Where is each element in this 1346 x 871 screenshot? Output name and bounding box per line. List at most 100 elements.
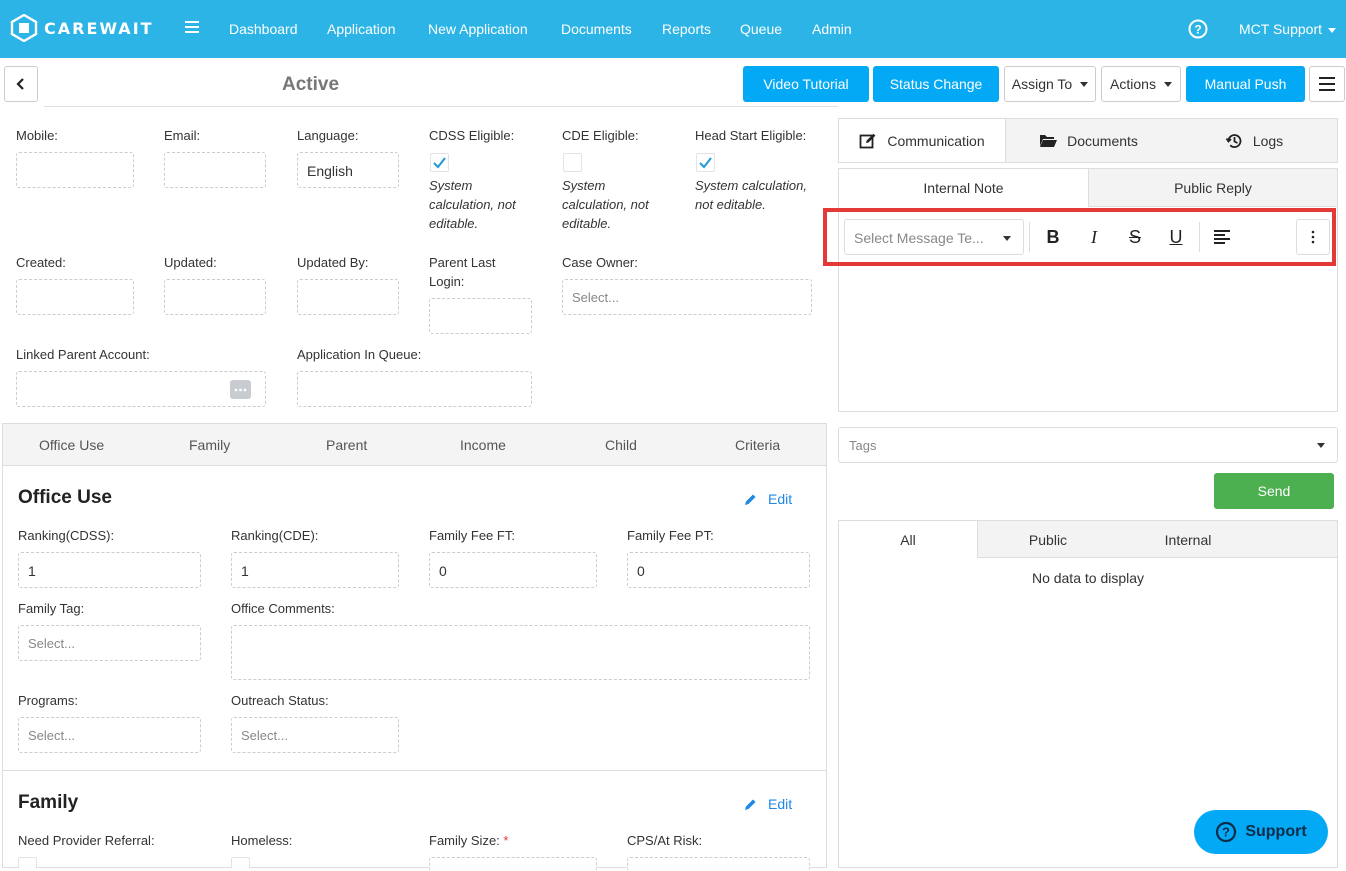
created-field[interactable] [16, 279, 134, 315]
cde-eligible-label: CDE Eligible: [562, 128, 639, 143]
office-comments-field[interactable] [231, 625, 810, 680]
application-in-queue-field[interactable] [297, 371, 532, 407]
support-label: Support [1245, 823, 1307, 840]
head-start-eligible-checkbox[interactable] [696, 153, 715, 172]
menu-toggle-icon[interactable] [185, 20, 199, 36]
section-tabs: Office Use Family Parent Income Child Cr… [2, 423, 827, 466]
edit-square-icon [859, 133, 876, 148]
tab-child[interactable]: Child [605, 437, 637, 453]
help-circle-icon: ? [1216, 821, 1237, 843]
tags-select[interactable]: Tags [838, 427, 1338, 463]
help-icon[interactable]: ? [1188, 19, 1208, 42]
email-field[interactable] [164, 152, 266, 188]
cdss-eligible-checkbox[interactable] [430, 153, 449, 172]
cps-at-risk-label: CPS/At Risk: [627, 833, 703, 848]
tab-all[interactable]: All [839, 521, 978, 558]
homeless-checkbox[interactable] [231, 857, 250, 869]
header-divider [44, 106, 838, 107]
family-fee-ft-field[interactable]: 0 [429, 552, 597, 588]
tab-communication[interactable]: Communication [839, 119, 1005, 162]
ranking-cde-field[interactable]: 1 [231, 552, 399, 588]
family-edit-button[interactable]: Edit [743, 796, 792, 812]
language-label: Language: [297, 128, 359, 143]
tab-public[interactable]: Public [978, 521, 1118, 558]
tab-office-use[interactable]: Office Use [39, 437, 104, 453]
case-owner-select[interactable]: Select... [562, 279, 812, 315]
send-button[interactable]: Send [1214, 473, 1334, 509]
updated-field[interactable] [164, 279, 266, 315]
tab-internal[interactable]: Internal [1118, 521, 1258, 558]
tab-logs[interactable]: Logs [1171, 119, 1337, 162]
user-menu[interactable]: MCT Support [1239, 21, 1336, 37]
updated-by-field[interactable] [297, 279, 399, 315]
nav-dashboard[interactable]: Dashboard [229, 21, 298, 37]
mobile-field[interactable] [16, 152, 134, 188]
family-size-field[interactable] [429, 857, 597, 871]
application-status-title: Active [282, 74, 340, 95]
outreach-status-label: Outreach Status: [231, 693, 329, 708]
empty-state-text: No data to display [1031, 570, 1145, 586]
ranking-cde-label: Ranking(CDE): [231, 528, 319, 543]
office-use-edit-button[interactable]: Edit [743, 491, 792, 507]
tab-income[interactable]: Income [460, 437, 506, 453]
nav-admin[interactable]: Admin [812, 21, 852, 37]
nav-queue[interactable]: Queue [740, 21, 782, 37]
programs-select[interactable]: Select... [18, 717, 201, 753]
svg-text:?: ? [1222, 825, 1230, 840]
need-provider-referral-checkbox[interactable] [18, 857, 37, 869]
logo-icon [10, 14, 38, 42]
tab-internal-note[interactable]: Internal Note [839, 169, 1088, 207]
updated-by-label: Updated By: [297, 255, 369, 270]
communication-panel-tabs: Communication Documents Logs [838, 118, 1338, 163]
back-button[interactable] [4, 66, 38, 102]
more-options-icon[interactable] [230, 380, 251, 399]
actions-dropdown[interactable]: Actions [1101, 66, 1181, 102]
tab-family[interactable]: Family [189, 437, 230, 453]
created-label: Created: [16, 255, 66, 270]
cde-eligible-checkbox[interactable] [563, 153, 582, 172]
language-field[interactable]: English [297, 152, 399, 188]
user-name: MCT Support [1239, 21, 1322, 37]
check-icon [433, 157, 446, 169]
assign-to-label: Assign To [1011, 76, 1073, 92]
tab-public-reply[interactable]: Public Reply [1088, 169, 1337, 207]
tab-documents[interactable]: Documents [1005, 119, 1171, 162]
pencil-icon [745, 494, 756, 505]
tab-criteria[interactable]: Criteria [735, 437, 780, 453]
family-tag-select[interactable]: Select... [18, 625, 201, 661]
logo-text: CAREWAIT [44, 18, 154, 38]
family-size-text: Family Size: [429, 833, 500, 848]
outreach-status-select[interactable]: Select... [231, 717, 399, 753]
status-change-button[interactable]: Status Change [873, 66, 999, 102]
required-asterisk: * [503, 833, 509, 848]
parent-last-login-field[interactable] [429, 298, 532, 334]
linked-parent-account-field[interactable] [16, 371, 266, 407]
video-tutorial-button[interactable]: Video Tutorial [743, 66, 869, 102]
tab-documents-label: Documents [1067, 132, 1138, 149]
head-start-eligible-label: Head Start Eligible: [695, 128, 807, 143]
nav-reports[interactable]: Reports [662, 21, 711, 37]
nav-new-application[interactable]: New Application [428, 21, 528, 37]
carewait-logo[interactable]: CAREWAIT [10, 14, 154, 42]
tab-logs-label: Logs [1252, 132, 1284, 149]
support-button[interactable]: ? Support [1194, 810, 1328, 854]
tab-parent[interactable]: Parent [326, 437, 367, 453]
svg-text:?: ? [1194, 23, 1201, 37]
updated-label: Updated: [164, 255, 217, 270]
message-editor[interactable] [840, 269, 1336, 409]
manual-push-button[interactable]: Manual Push [1186, 66, 1305, 102]
homeless-label: Homeless: [231, 833, 293, 848]
parent-last-login-label: Parent Last Login: [429, 255, 496, 289]
nav-application[interactable]: Application [327, 21, 396, 37]
cps-at-risk-field[interactable] [627, 857, 810, 871]
assign-to-dropdown[interactable]: Assign To [1004, 66, 1096, 102]
more-menu-button[interactable] [1309, 66, 1345, 102]
need-provider-referral-label: Need Provider Referral: [18, 833, 155, 848]
office-use-title: Office Use [18, 487, 112, 508]
family-fee-pt-field[interactable]: 0 [627, 552, 810, 588]
pencil-icon [745, 799, 756, 810]
email-label: Email: [164, 128, 201, 143]
nav-documents[interactable]: Documents [561, 21, 632, 37]
ranking-cdss-field[interactable]: 1 [18, 552, 201, 588]
cde-note: System calculation, not editable. [562, 178, 649, 231]
